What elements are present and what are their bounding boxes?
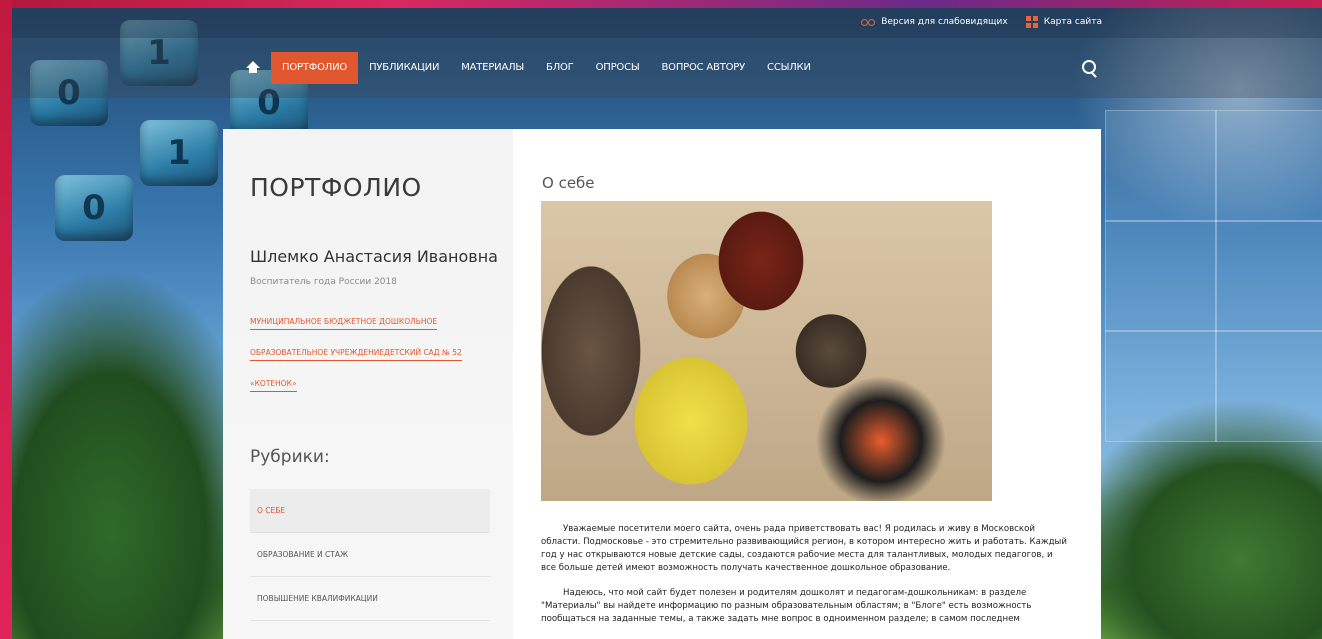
- top-edge-decoration: [0, 0, 1322, 8]
- organization-link-line[interactable]: ОБРАЗОВАТЕЛЬНОЕ УЧРЕЖДЕНИЕДЕТСКИЙ САД № …: [250, 348, 462, 361]
- home-icon[interactable]: [245, 61, 261, 75]
- sitemap-label: Карта сайта: [1043, 17, 1102, 27]
- person-title: Воспитатель года России 2018: [250, 277, 397, 287]
- nav-menu: ПОРТФОЛИО ПУБЛИКАЦИИ МАТЕРИАЛЫ БЛОГ ОПРО…: [245, 52, 822, 84]
- rubric-item-education[interactable]: ОБРАЗОВАНИЕ И СТАЖ: [250, 533, 490, 577]
- grid-tile-decoration: [1105, 110, 1217, 222]
- nav-item-publications[interactable]: ПУБЛИКАЦИИ: [358, 52, 450, 84]
- rubrics-heading: Рубрики:: [250, 447, 330, 467]
- grid-tile-decoration: [1215, 110, 1322, 222]
- person-name: Шлемко Анастасия Ивановна: [250, 247, 498, 266]
- rubric-list: О СЕБЕ ОБРАЗОВАНИЕ И СТАЖ ПОВЫШЕНИЕ КВАЛ…: [250, 489, 490, 621]
- sitemap-icon: [1025, 16, 1038, 28]
- nav-item-materials[interactable]: МАТЕРИАЛЫ: [450, 52, 535, 84]
- nav-item-blog[interactable]: БЛОГ: [535, 52, 585, 84]
- grid-tile-decoration: [1105, 330, 1217, 442]
- nav-item-portfolio[interactable]: ПОРТФОЛИО: [271, 52, 359, 84]
- vision-version-link[interactable]: Версия для слабовидящих: [861, 17, 1008, 27]
- sitemap-link[interactable]: Карта сайта: [1025, 16, 1102, 28]
- search-icon[interactable]: [1082, 60, 1096, 74]
- grid-tile-decoration: [1105, 220, 1217, 332]
- organization-link-line[interactable]: «КОТЕНОК»: [250, 379, 297, 392]
- content-card: ПОРТФОЛИО Шлемко Анастасия Ивановна Восп…: [223, 129, 1101, 639]
- organization-link-line[interactable]: МУНИЦИПАЛЬНОЕ БЮДЖЕТНОЕ ДОШКОЛЬНОЕ: [250, 317, 438, 330]
- grid-tile-decoration: [1215, 330, 1322, 442]
- page-title: ПОРТФОЛИО: [250, 173, 422, 202]
- about-paragraph: Надеюсь, что мой сайт будет полезен и ро…: [541, 588, 1032, 624]
- rubric-item-about[interactable]: О СЕБЕ: [250, 489, 490, 533]
- nav-item-ask-author[interactable]: ВОПРОС АВТОРУ: [651, 52, 757, 84]
- family-photo: [541, 201, 992, 501]
- left-edge-decoration: [0, 0, 12, 639]
- sidebar: ПОРТФОЛИО Шлемко Анастасия Ивановна Восп…: [223, 129, 513, 639]
- top-bar: Версия для слабовидящих Карта сайта: [12, 8, 1322, 38]
- keyboard-key-decoration: 0: [55, 175, 133, 241]
- rubric-item-qualification[interactable]: ПОВЫШЕНИЕ КВАЛИФИКАЦИИ: [250, 577, 490, 621]
- glasses-icon: [861, 18, 876, 26]
- about-text: Уважаемые посетители моего сайта, очень …: [541, 523, 1068, 638]
- vision-version-label: Версия для слабовидящих: [881, 17, 1008, 27]
- section-title: О себе: [542, 174, 595, 192]
- about-paragraph: Уважаемые посетители моего сайта, очень …: [541, 524, 1067, 573]
- nav-item-links[interactable]: ССЫЛКИ: [756, 52, 822, 84]
- keyboard-key-decoration: 1: [140, 120, 218, 186]
- nav-item-polls[interactable]: ОПРОСЫ: [585, 52, 651, 84]
- main-navigation: ПОРТФОЛИО ПУБЛИКАЦИИ МАТЕРИАЛЫ БЛОГ ОПРО…: [12, 38, 1322, 98]
- top-links: Версия для слабовидящих Карта сайта: [861, 16, 1102, 28]
- organization-link[interactable]: МУНИЦИПАЛЬНОЕ БЮДЖЕТНОЕ ДОШКОЛЬНОЕ ОБРАЗ…: [250, 309, 490, 402]
- grid-tile-decoration: [1215, 220, 1322, 332]
